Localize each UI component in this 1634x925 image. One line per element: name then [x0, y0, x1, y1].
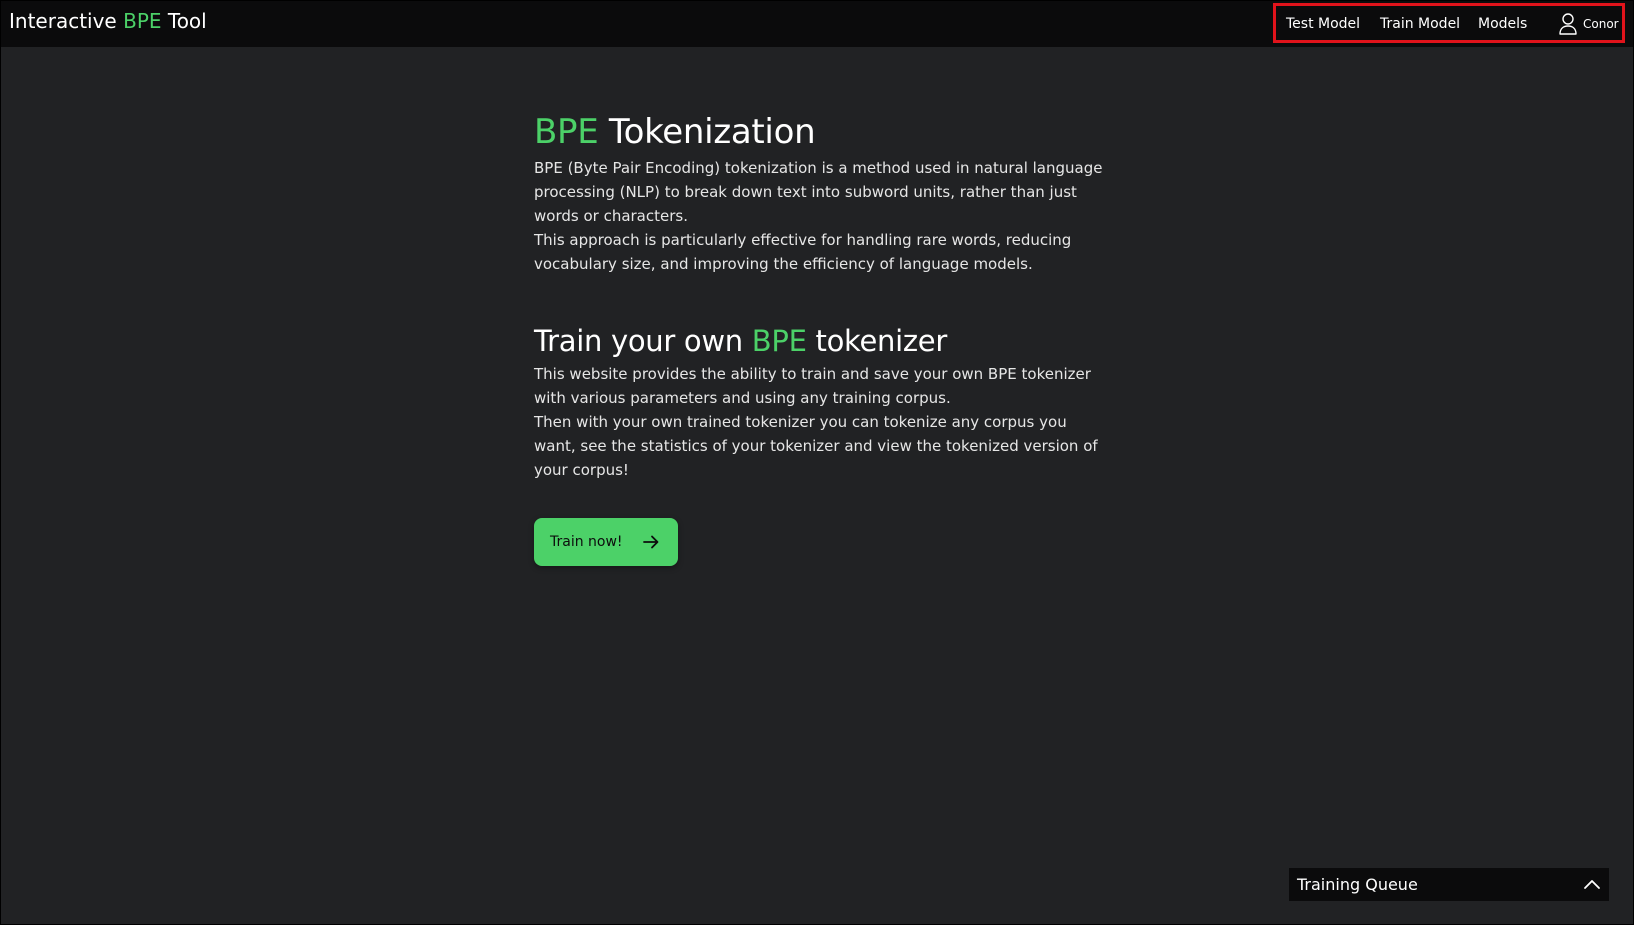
app-brand[interactable]: Interactive BPE Tool: [9, 8, 207, 34]
nav-train-model[interactable]: Train Model: [1380, 15, 1460, 33]
brand-highlight: BPE: [123, 9, 162, 33]
user-name[interactable]: Conor: [1583, 17, 1619, 32]
training-queue-label: Training Queue: [1297, 875, 1418, 894]
user-icon[interactable]: [1558, 12, 1578, 36]
train-paragraph-2: Then with your own trained tokenizer you…: [534, 413, 1098, 479]
train-now-button[interactable]: Train now!: [534, 518, 678, 566]
training-queue-panel[interactable]: Training Queue: [1289, 868, 1609, 901]
chevron-up-icon[interactable]: [1583, 876, 1601, 892]
section-title-highlight: BPE: [751, 324, 807, 358]
intro-paragraph-1: BPE (Byte Pair Encoding) tokenization is…: [534, 159, 1103, 225]
arrow-right-icon: [642, 535, 658, 549]
top-navbar: Interactive BPE Tool Test Model Train Mo…: [0, 0, 1634, 47]
title-rest: Tokenization: [598, 112, 816, 152]
nav-test-model[interactable]: Test Model: [1286, 15, 1360, 33]
main-content: BPE Tokenization BPE (Byte Pair Encoding…: [534, 108, 1104, 566]
train-now-label: Train now!: [550, 534, 623, 550]
brand-text-start: Interactive: [9, 9, 124, 33]
train-paragraph-1: This website provides the ability to tra…: [534, 365, 1091, 407]
section-title: Train your own BPE tokenizer: [534, 320, 1104, 362]
intro-paragraph-2: This approach is particularly effective …: [534, 231, 1072, 273]
section-title-start: Train your own: [534, 324, 752, 358]
nav-menu: Test Model Train Model Models Conor: [1273, 3, 1625, 43]
page-title: BPE Tokenization: [534, 108, 1104, 156]
brand-text-end: Tool: [161, 9, 207, 33]
title-highlight: BPE: [534, 112, 599, 152]
section-title-end: tokenizer: [806, 324, 948, 358]
nav-models[interactable]: Models: [1478, 15, 1527, 33]
